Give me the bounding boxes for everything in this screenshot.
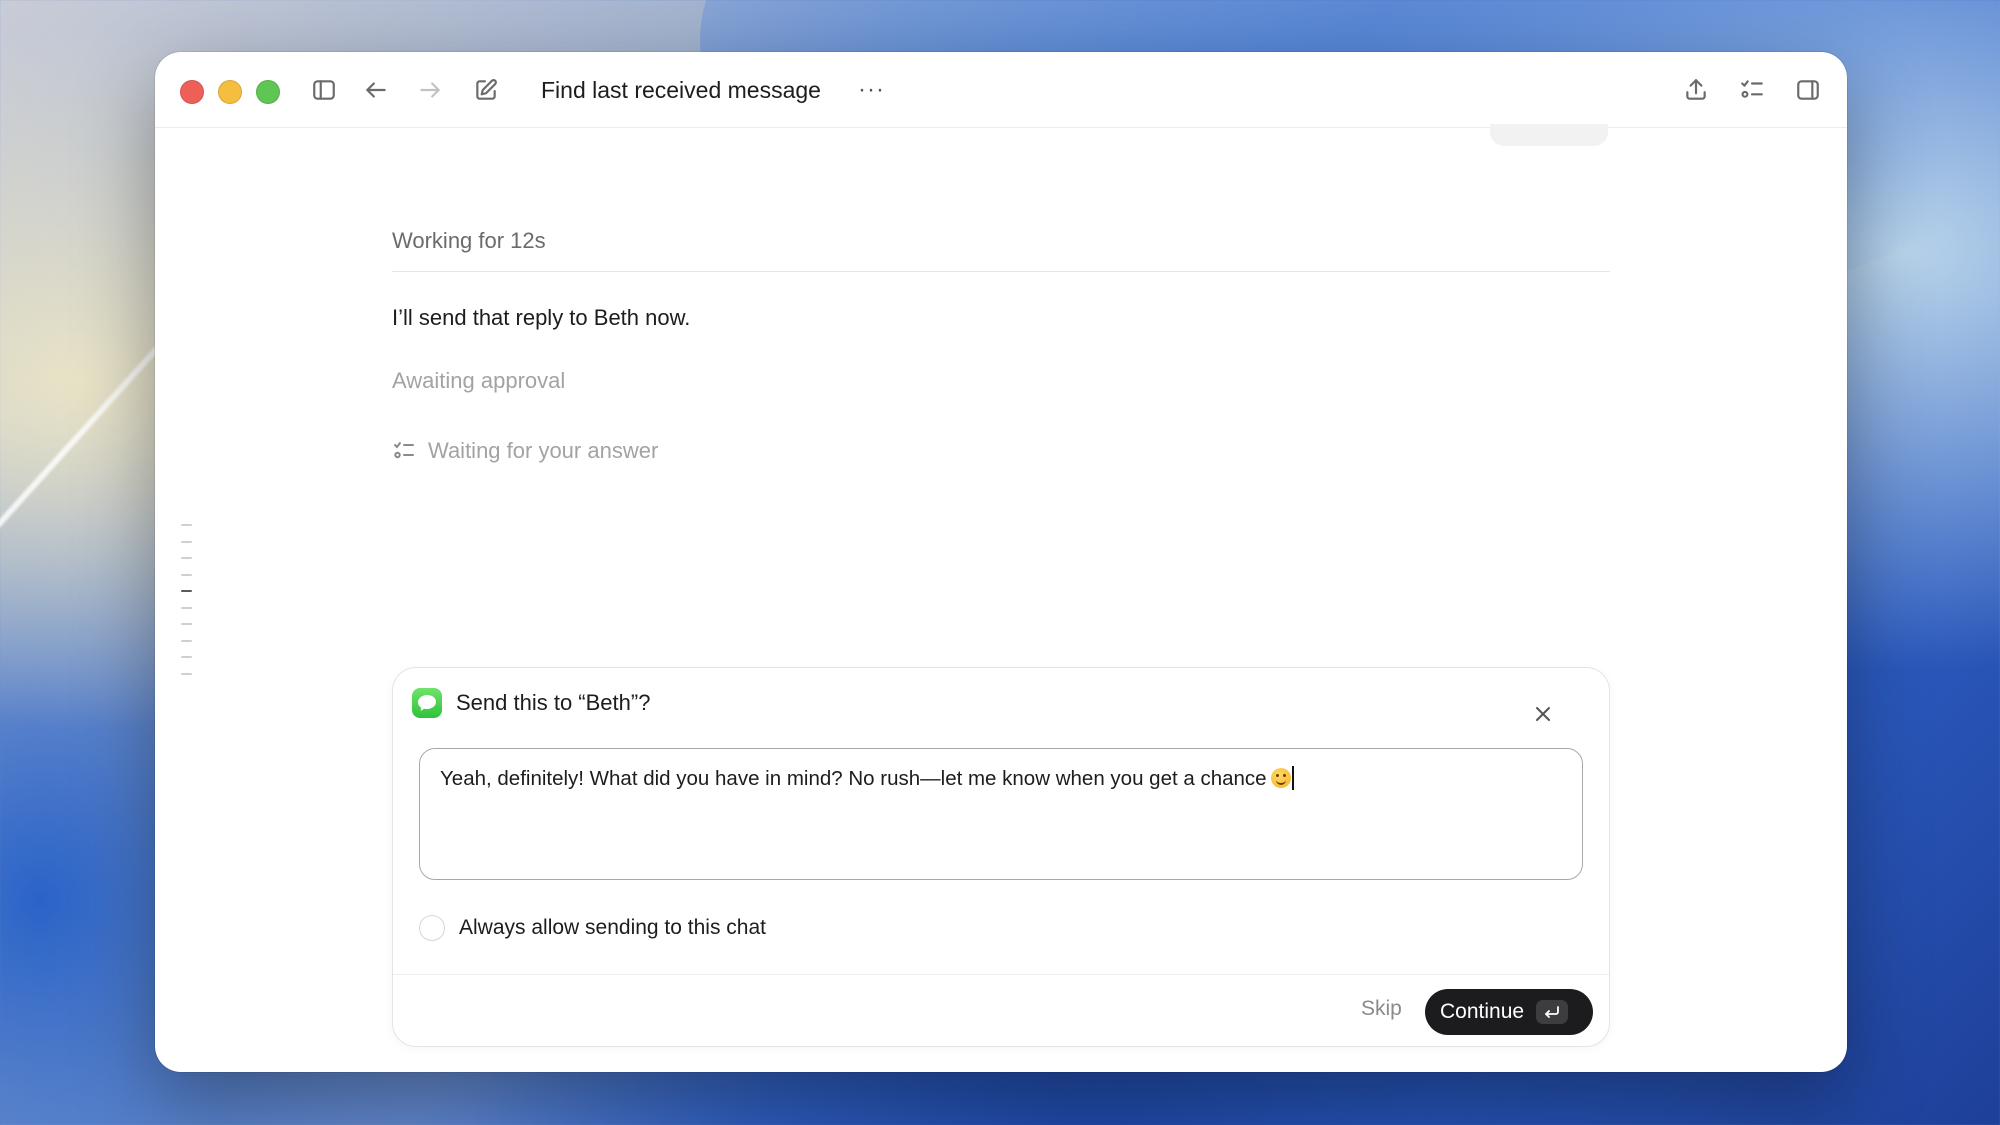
minimap-tick[interactable] — [181, 623, 192, 625]
back-button[interactable] — [362, 76, 390, 104]
checklist-icon — [394, 442, 414, 459]
sidebar-icon — [313, 80, 335, 100]
assistant-message: I’ll send that reply to Beth now. — [392, 305, 691, 330]
minimap-tick[interactable] — [181, 573, 192, 576]
zoom-window-button[interactable] — [256, 80, 280, 104]
title-bar: Find last received message ··· — [155, 52, 1847, 128]
window-title: Find last received message — [541, 77, 821, 103]
always-allow-label: Always allow sending to this chat — [459, 916, 766, 939]
dialog-footer: Skip Continue — [393, 974, 1609, 1048]
arrow-left-icon — [366, 82, 386, 98]
approval-status: Awaiting approval — [392, 368, 566, 393]
always-allow-checkbox[interactable] — [419, 915, 445, 941]
message-text-field[interactable]: Yeah, definitely! What did you have in m… — [419, 748, 1583, 880]
dialog-header: Send this to “Beth”? — [412, 688, 650, 718]
close-window-button[interactable] — [180, 80, 204, 104]
panel-toggle-button[interactable] — [1794, 76, 1822, 104]
working-status[interactable]: Working for 12s — [392, 228, 1610, 272]
dialog-title: Send this to “Beth”? — [456, 690, 651, 715]
always-allow-row[interactable]: Always allow sending to this chat — [419, 915, 766, 941]
minimap-tick[interactable] — [181, 606, 192, 609]
continue-button[interactable]: Continue — [1425, 989, 1593, 1035]
return-key-icon — [1536, 1000, 1569, 1024]
send-approval-dialog: Send this to “Beth”? Yeah, definitely! W… — [392, 667, 1610, 1047]
smiling-emoji-icon — [1270, 768, 1291, 788]
close-icon — [1536, 707, 1550, 721]
checklist-icon — [1741, 80, 1763, 98]
compose-button[interactable] — [472, 76, 500, 104]
continue-label: Continue — [1440, 1000, 1525, 1023]
checklist-button[interactable] — [1738, 76, 1766, 104]
sidebar-toggle-button[interactable] — [310, 76, 338, 104]
messages-app-icon — [412, 688, 442, 718]
app-window: Find last received message ··· Working f… — [155, 52, 1847, 1072]
scroll-indicator — [1490, 124, 1608, 146]
minimap-tick-active[interactable] — [181, 590, 192, 592]
arrow-right-icon — [420, 82, 440, 98]
share-button[interactable] — [1682, 76, 1710, 104]
minimap-tick[interactable] — [181, 524, 192, 526]
text-cursor — [1291, 766, 1294, 790]
skip-button[interactable]: Skip — [1361, 997, 1402, 1021]
waiting-status-row: Waiting for your answer — [392, 438, 658, 464]
minimap-tick[interactable] — [181, 639, 192, 642]
forward-button[interactable] — [416, 76, 444, 104]
minimap-tick[interactable] — [181, 540, 192, 543]
minimap-tick[interactable] — [181, 672, 192, 675]
traffic-lights — [180, 80, 280, 104]
waiting-status-label: Waiting for your answer — [428, 438, 659, 463]
compose-icon — [476, 79, 497, 100]
more-options-button[interactable]: ··· — [858, 76, 885, 104]
panel-icon — [1797, 80, 1819, 100]
share-icon — [1686, 79, 1706, 100]
minimap-tick[interactable] — [181, 656, 192, 658]
minimap-tick[interactable] — [181, 557, 192, 559]
minimize-window-button[interactable] — [218, 80, 242, 104]
dialog-close-button[interactable] — [1531, 702, 1555, 726]
message-text: Yeah, definitely! What did you have in m… — [440, 767, 1267, 790]
conversation-minimap[interactable] — [181, 524, 193, 689]
